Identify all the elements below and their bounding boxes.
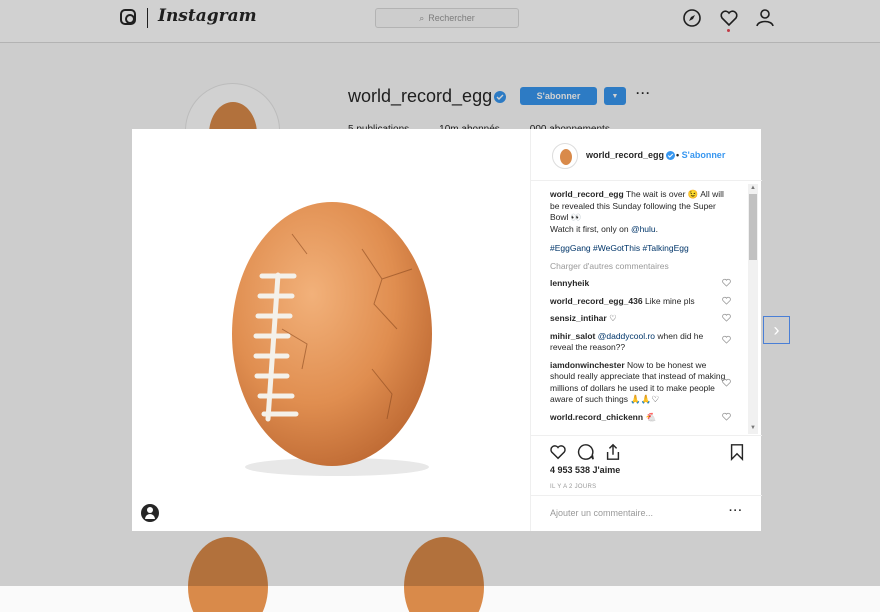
comment-like-heart-icon[interactable] xyxy=(722,412,731,421)
post-media[interactable] xyxy=(132,129,530,531)
caption-mention-link[interactable]: @hulu xyxy=(631,224,656,234)
post-timestamp[interactable]: IL Y A 2 JOURS xyxy=(550,484,596,490)
comment-row: mihir_salot @daddycool.ro when did he re… xyxy=(550,331,731,354)
comment-username[interactable]: world.record_chickenn xyxy=(550,412,643,422)
comment-username[interactable]: world_record_egg_436 xyxy=(550,296,643,306)
tagged-users-icon[interactable] xyxy=(141,504,159,522)
save-bookmark-icon[interactable] xyxy=(728,443,746,461)
comment-username[interactable]: iamdonwinchester xyxy=(550,360,625,370)
comment-like-heart-icon[interactable] xyxy=(722,378,731,387)
caption-line2-prefix: Watch it first, only on xyxy=(550,223,629,234)
comment-row: lennyheik xyxy=(550,278,731,290)
comments-list: world_record_egg The wait is over 😉 All … xyxy=(531,182,762,434)
egg-image xyxy=(232,202,432,476)
load-more-comments-button[interactable]: Charger d'autres commentaires xyxy=(550,261,726,273)
like-heart-icon[interactable] xyxy=(549,443,567,461)
post-author-username[interactable]: world_record_egg xyxy=(586,150,664,160)
comment-like-heart-icon[interactable] xyxy=(722,335,731,344)
comment-like-heart-icon[interactable] xyxy=(722,313,731,322)
share-icon[interactable] xyxy=(604,443,622,461)
post-actions: 4 953 538 J'aime IL Y A 2 JOURS Ajouter … xyxy=(531,435,762,531)
comment-text: Like mine pls xyxy=(644,295,695,306)
caption-line2-suffix: . xyxy=(655,223,659,234)
comment-like-heart-icon[interactable] xyxy=(722,278,731,287)
comment-text: 🐔 xyxy=(645,411,657,422)
caption-username[interactable]: world_record_egg xyxy=(550,189,624,199)
likes-count[interactable]: 4 953 538 J'aime xyxy=(550,465,620,475)
post-follow-label: S'abonner xyxy=(681,150,726,160)
dot-separator: • xyxy=(676,150,680,160)
post-options-button[interactable]: ··· xyxy=(729,505,743,517)
post-modal: world_record_egg • S'abonner world_recor… xyxy=(132,129,762,531)
add-comment-box: Ajouter un commentaire... ··· xyxy=(531,495,762,532)
comment-like-heart-icon[interactable] xyxy=(722,296,731,305)
comment-row: iamdonwinchester Now to be honest we sho… xyxy=(550,360,731,406)
scrollbar-thumb[interactable] xyxy=(749,194,757,260)
post-header: world_record_egg • S'abonner xyxy=(531,129,762,181)
post-author-avatar[interactable] xyxy=(552,143,578,169)
comment-row: world_record_egg_436 Like mine pls xyxy=(550,295,731,308)
comments-scrollbar[interactable]: ▲ ▼ xyxy=(748,184,758,434)
comment-username[interactable]: sensiz_intihar xyxy=(550,313,607,323)
comment-mention-link[interactable]: @daddycool.ro xyxy=(598,331,655,341)
next-post-arrow-icon[interactable]: › xyxy=(763,316,790,344)
post-follow-button[interactable]: • S'abonner xyxy=(676,150,725,160)
comment-bubble-icon[interactable] xyxy=(577,443,595,461)
verified-badge-icon xyxy=(666,151,675,160)
comment-username[interactable]: lennyheik xyxy=(550,278,589,288)
comment-row: world.record_chickenn 🐔 xyxy=(550,411,731,424)
comment-username[interactable]: mihir_salot xyxy=(550,331,595,341)
add-comment-input[interactable]: Ajouter un commentaire... xyxy=(550,508,720,518)
scroll-down-arrow-icon[interactable]: ▼ xyxy=(750,425,756,431)
scroll-up-arrow-icon[interactable]: ▲ xyxy=(750,185,756,191)
comment-row: sensiz_intihar ♡ xyxy=(550,313,731,325)
comment-text: ♡ xyxy=(609,313,617,323)
post-sidebar: world_record_egg • S'abonner world_recor… xyxy=(530,129,762,531)
post-caption: world_record_egg The wait is over 😉 All … xyxy=(550,189,726,235)
caption-hashtags[interactable]: #EggGang #WeGotThis #TalkingEgg xyxy=(550,243,726,255)
